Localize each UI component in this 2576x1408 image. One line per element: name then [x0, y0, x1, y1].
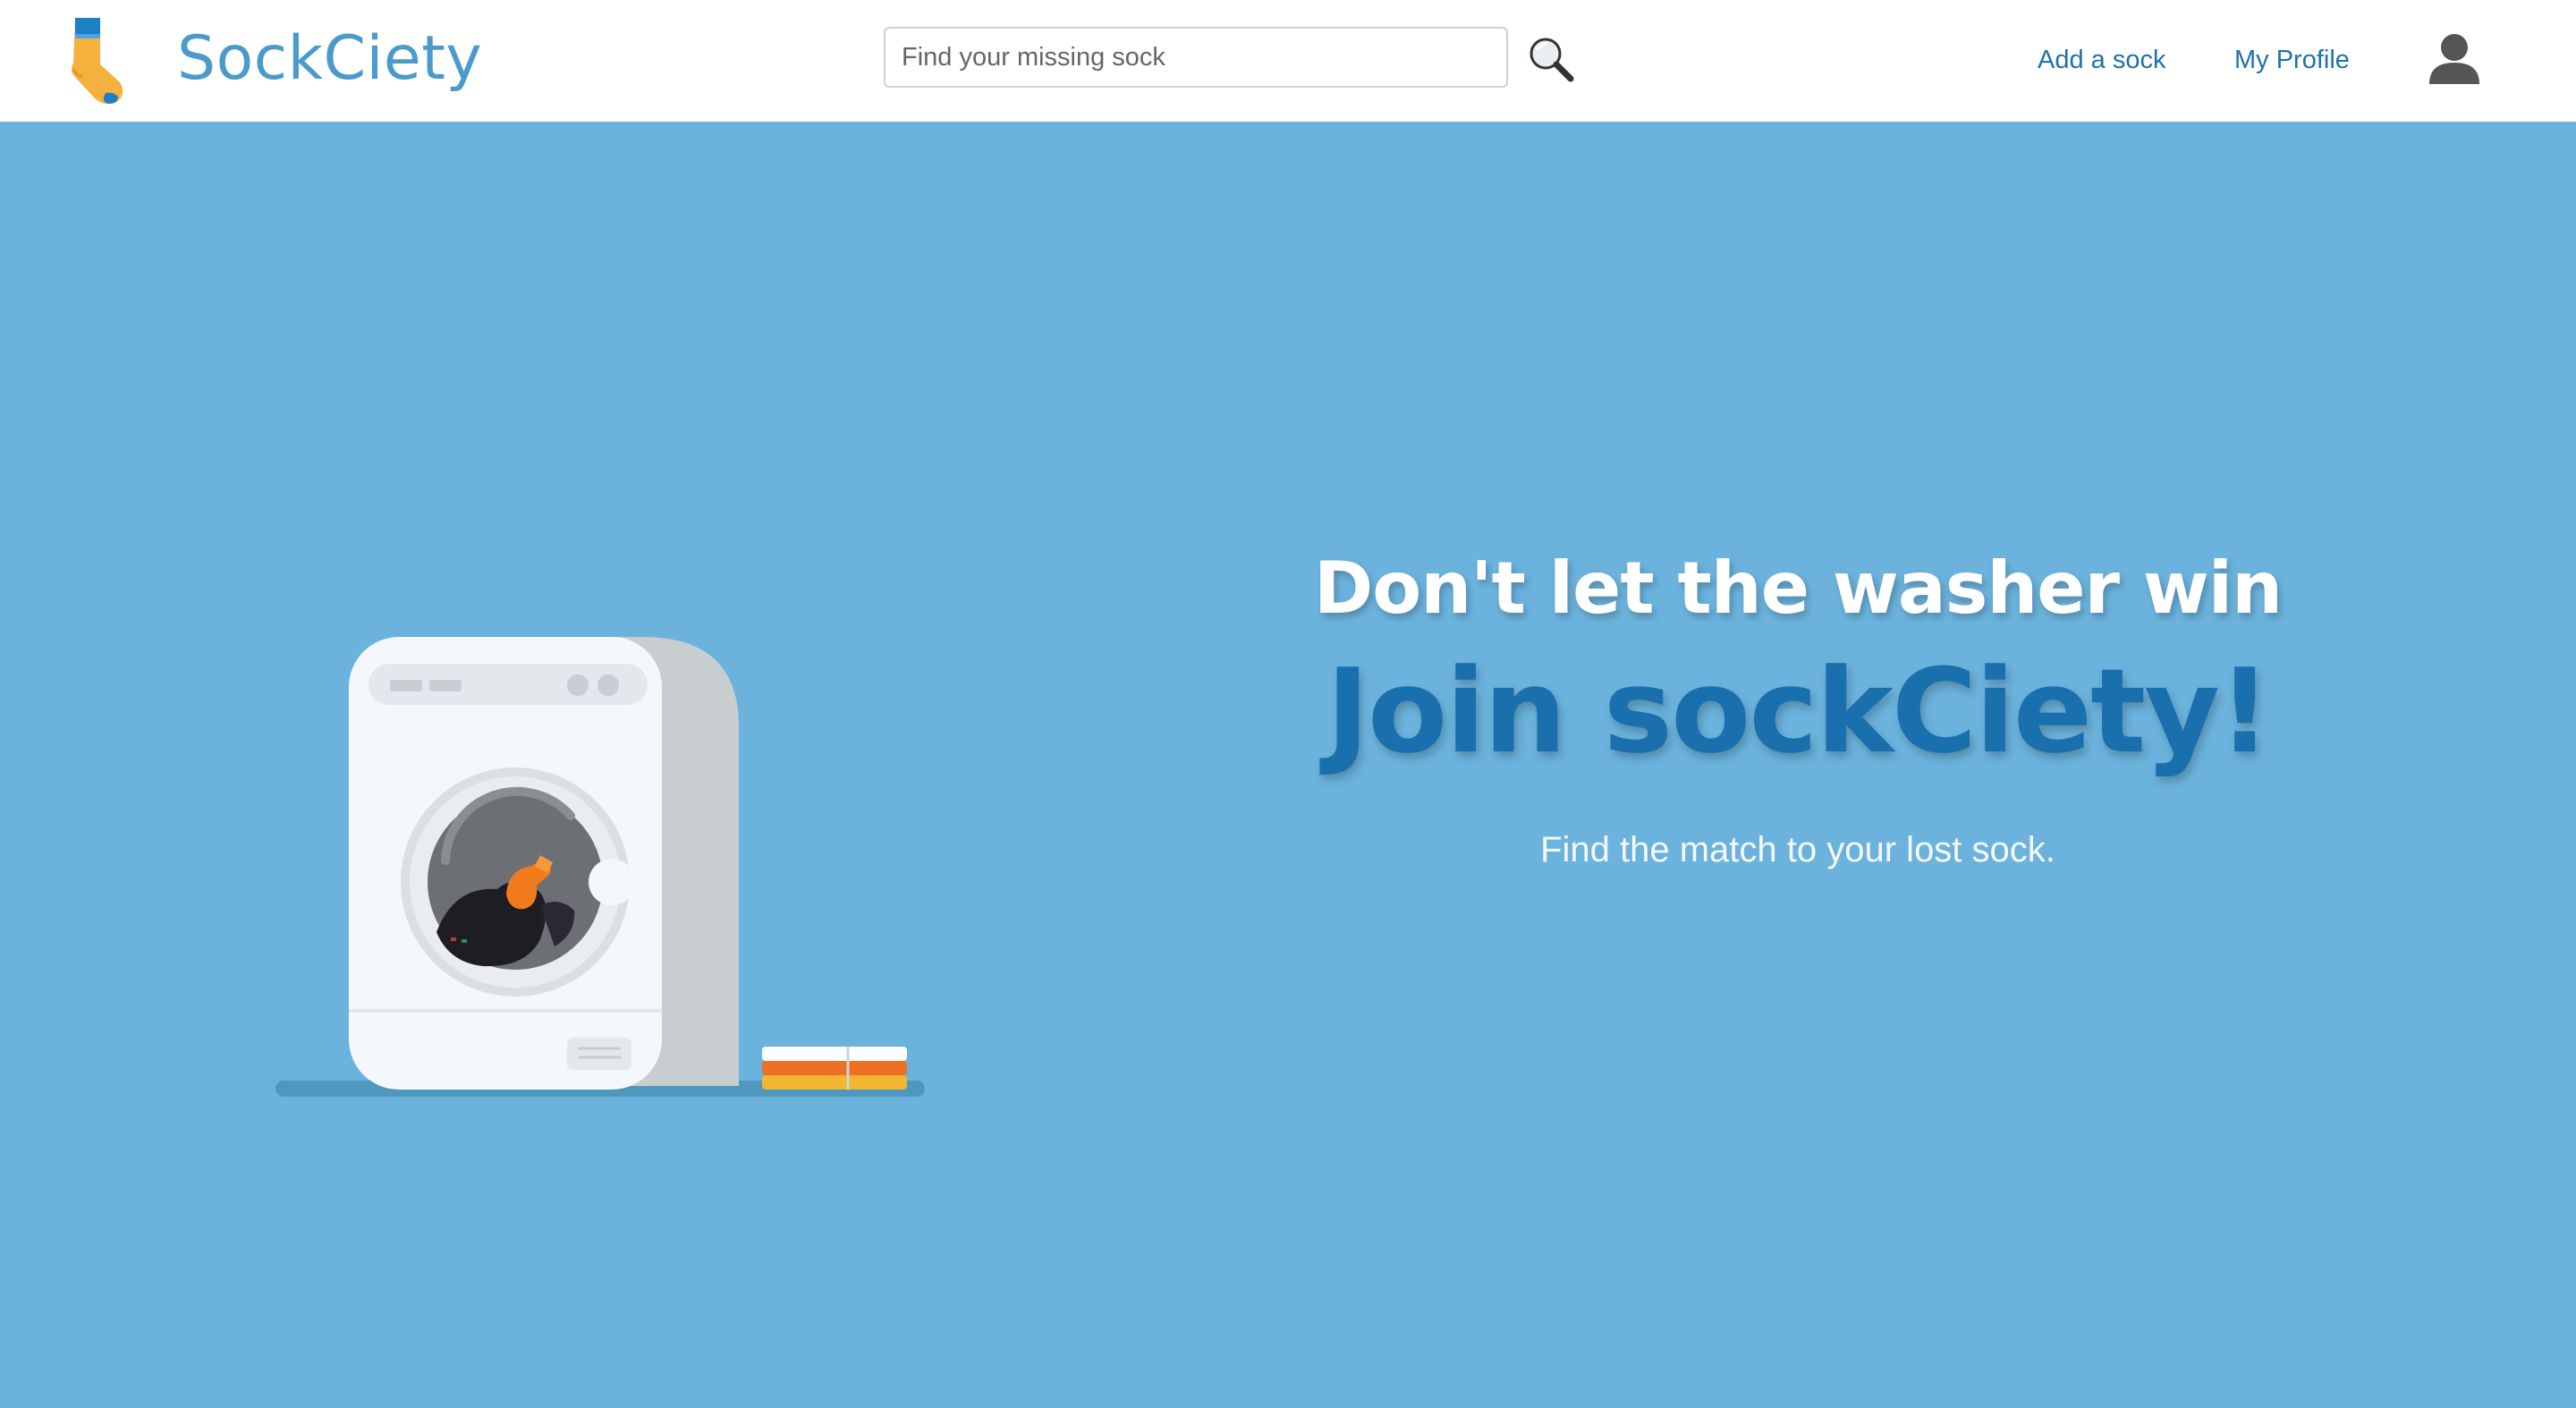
hero-section: Don't let the washer win Join sockCiety!…: [0, 122, 2576, 1408]
hero-headline: Join sockCiety!: [1326, 643, 2272, 779]
hero-text: Don't let the washer win Join sockCiety!…: [1306, 544, 2290, 875]
search-input[interactable]: [884, 27, 1508, 88]
magnifier-icon[interactable]: [1526, 34, 1576, 84]
hero-tagline: Don't let the washer win: [1313, 547, 2283, 630]
navbar: SockCiety Add a sock My Profile: [0, 0, 2576, 122]
my-profile-link[interactable]: My Profile: [2234, 41, 2350, 79]
user-silhouette-icon[interactable]: [2426, 30, 2483, 88]
sock-icon[interactable]: [64, 13, 131, 106]
add-sock-link[interactable]: Add a sock: [2038, 41, 2165, 79]
hero-subtext: Find the match to your lost sock.: [1540, 830, 2055, 869]
brand-logo-text[interactable]: SockCiety: [177, 20, 482, 98]
washing-machine-illustration: [275, 637, 925, 1097]
